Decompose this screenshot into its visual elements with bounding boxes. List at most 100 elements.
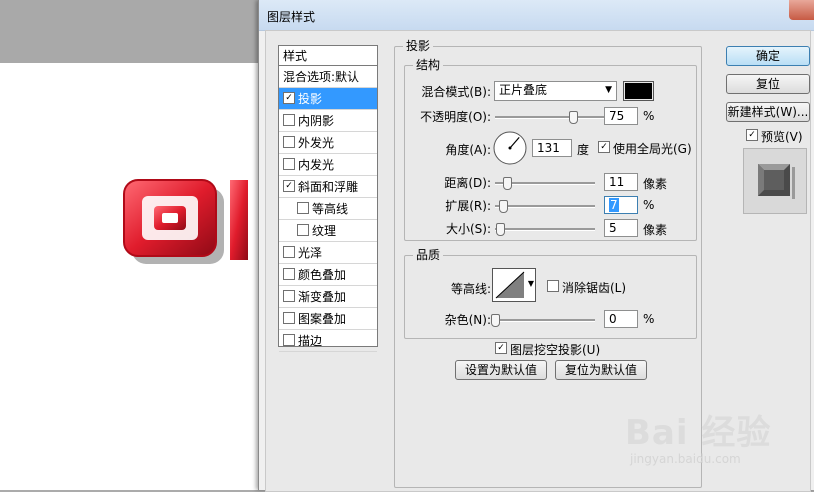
distance-label: 距离(D):: [444, 176, 491, 190]
anti-alias-label: 消除锯齿(L): [562, 281, 627, 295]
noise-slider-track[interactable]: [495, 319, 595, 322]
style-list-item[interactable]: 内阴影: [279, 110, 377, 132]
blend-mode-value: 正片叠底: [499, 83, 548, 97]
angle-label: 角度(A):: [445, 143, 491, 157]
opacity-slider-track[interactable]: [495, 116, 605, 119]
style-list-item[interactable]: 外发光: [279, 132, 377, 154]
style-list-item[interactable]: 图案叠加: [279, 308, 377, 330]
size-slider-thumb[interactable]: [496, 223, 505, 236]
spread-slider-thumb[interactable]: [499, 200, 508, 213]
style-item-checkbox[interactable]: [283, 334, 295, 346]
style-item-label: 图案叠加: [298, 312, 347, 326]
style-item-label: 描边: [298, 334, 323, 348]
size-input[interactable]: 5: [604, 219, 638, 237]
style-item-label: 内发光: [298, 158, 335, 172]
style-list-item[interactable]: 描边: [279, 330, 377, 352]
style-list-item[interactable]: 投影: [279, 88, 377, 110]
style-item-label: 内阴影: [298, 114, 335, 128]
style-list-item[interactable]: 渐变叠加: [279, 286, 377, 308]
document-background: [0, 0, 260, 63]
make-default-button[interactable]: 设置为默认值: [455, 360, 547, 380]
style-list-item[interactable]: 斜面和浮雕: [279, 176, 377, 198]
style-item-label: 颜色叠加: [298, 268, 347, 282]
quality-group: 品质 等高线: ▼ 消除锯齿(L) 杂色(N): 0 %: [404, 248, 697, 339]
shadow-color-swatch[interactable]: [623, 81, 654, 101]
spread-unit: %: [643, 198, 655, 212]
blend-mode-label: 混合模式(B):: [421, 85, 491, 99]
title-bar[interactable]: 图层样式: [259, 0, 814, 31]
opacity-slider-thumb[interactable]: [569, 111, 578, 124]
distance-input[interactable]: 11: [604, 173, 638, 191]
reset-button[interactable]: 复位: [726, 74, 810, 94]
style-item-checkbox[interactable]: [283, 158, 295, 170]
style-item-checkbox[interactable]: [297, 224, 309, 236]
contour-label: 等高线:: [450, 282, 491, 296]
noise-label: 杂色(N):: [444, 313, 491, 327]
drop-shadow-group-label: 投影: [403, 39, 434, 53]
quality-group-label: 品质: [413, 248, 444, 262]
style-preview-icon: [758, 164, 795, 199]
blend-mode-select[interactable]: 正片叠底 ▼: [494, 81, 617, 101]
spread-label: 扩展(R):: [445, 199, 491, 213]
distance-slider-thumb[interactable]: [503, 177, 512, 190]
contour-picker[interactable]: ▼: [492, 268, 536, 302]
distance-unit: 像素: [643, 177, 668, 191]
ok-button[interactable]: 确定: [726, 46, 810, 66]
style-item-checkbox[interactable]: [283, 136, 295, 148]
global-light-checkbox[interactable]: [598, 141, 610, 153]
style-list-item[interactable]: 纹理: [279, 220, 377, 242]
reset-default-button[interactable]: 复位为默认值: [555, 360, 647, 380]
chevron-down-icon: ▼: [605, 85, 612, 95]
noise-unit: %: [643, 312, 655, 326]
baidu-watermark: Bai 经验: [625, 413, 772, 453]
style-preview-box: [743, 148, 807, 214]
noise-input[interactable]: 0: [604, 310, 638, 328]
style-item-label: 投影: [298, 92, 323, 106]
size-slider-track[interactable]: [495, 228, 595, 231]
spread-value-selected: 7: [609, 198, 619, 212]
style-item-label: 外发光: [298, 136, 335, 150]
opacity-unit: %: [643, 109, 655, 123]
styles-list: 样式 混合选项:默认投影内阴影外发光内发光斜面和浮雕等高线纹理光泽颜色叠加渐变叠…: [278, 45, 378, 352]
spread-input[interactable]: 7: [604, 196, 638, 214]
style-list-item[interactable]: 颜色叠加: [279, 264, 377, 286]
style-item-label: 斜面和浮雕: [298, 180, 359, 194]
style-list-item[interactable]: 混合选项:默认: [279, 66, 377, 88]
chevron-down-icon[interactable]: ▼: [528, 279, 534, 288]
style-item-checkbox[interactable]: [283, 92, 295, 104]
angle-input[interactable]: 131: [532, 139, 572, 157]
close-button[interactable]: [789, 0, 814, 20]
style-item-label: 渐变叠加: [298, 290, 347, 304]
style-list-item[interactable]: 等高线: [279, 198, 377, 220]
preview-checkbox[interactable]: [746, 129, 758, 141]
noise-slider-thumb[interactable]: [491, 314, 500, 327]
opacity-input[interactable]: 75: [604, 107, 638, 125]
structure-group: 结构 混合模式(B): 正片叠底 ▼ 不透明度(O): 75 % 角度(A):: [404, 58, 697, 241]
angle-unit: 度: [577, 143, 590, 157]
style-item-checkbox[interactable]: [283, 312, 295, 324]
size-label: 大小(S):: [445, 222, 491, 236]
anti-alias-checkbox[interactable]: [547, 280, 559, 292]
global-light-label: 使用全局光(G): [613, 142, 692, 156]
style-list-item[interactable]: 内发光: [279, 154, 377, 176]
style-list-item[interactable]: 光泽: [279, 242, 377, 264]
style-item-label: 混合选项:默认: [283, 70, 360, 84]
style-item-checkbox[interactable]: [297, 202, 309, 214]
knockout-checkbox[interactable]: [495, 342, 507, 354]
angle-dial[interactable]: [492, 130, 528, 166]
style-item-checkbox[interactable]: [283, 180, 295, 192]
knockout-label: 图层挖空投影(U): [510, 343, 601, 357]
style-item-checkbox[interactable]: [283, 290, 295, 302]
dialog-title: 图层样式: [267, 10, 316, 24]
style-item-checkbox[interactable]: [283, 246, 295, 258]
style-item-checkbox[interactable]: [283, 114, 295, 126]
style-item-label: 纹理: [312, 224, 337, 238]
spread-slider-track[interactable]: [495, 205, 595, 208]
new-style-button[interactable]: 新建样式(W)...: [726, 102, 810, 122]
style-item-checkbox[interactable]: [283, 268, 295, 280]
baidu-watermark-url: jingyan.baidu.com: [630, 452, 741, 466]
red-embossed-artwork: [123, 179, 248, 264]
styles-list-header: 样式: [279, 46, 377, 66]
contour-preview-icon: [495, 271, 525, 299]
style-item-label: 等高线: [312, 202, 349, 216]
